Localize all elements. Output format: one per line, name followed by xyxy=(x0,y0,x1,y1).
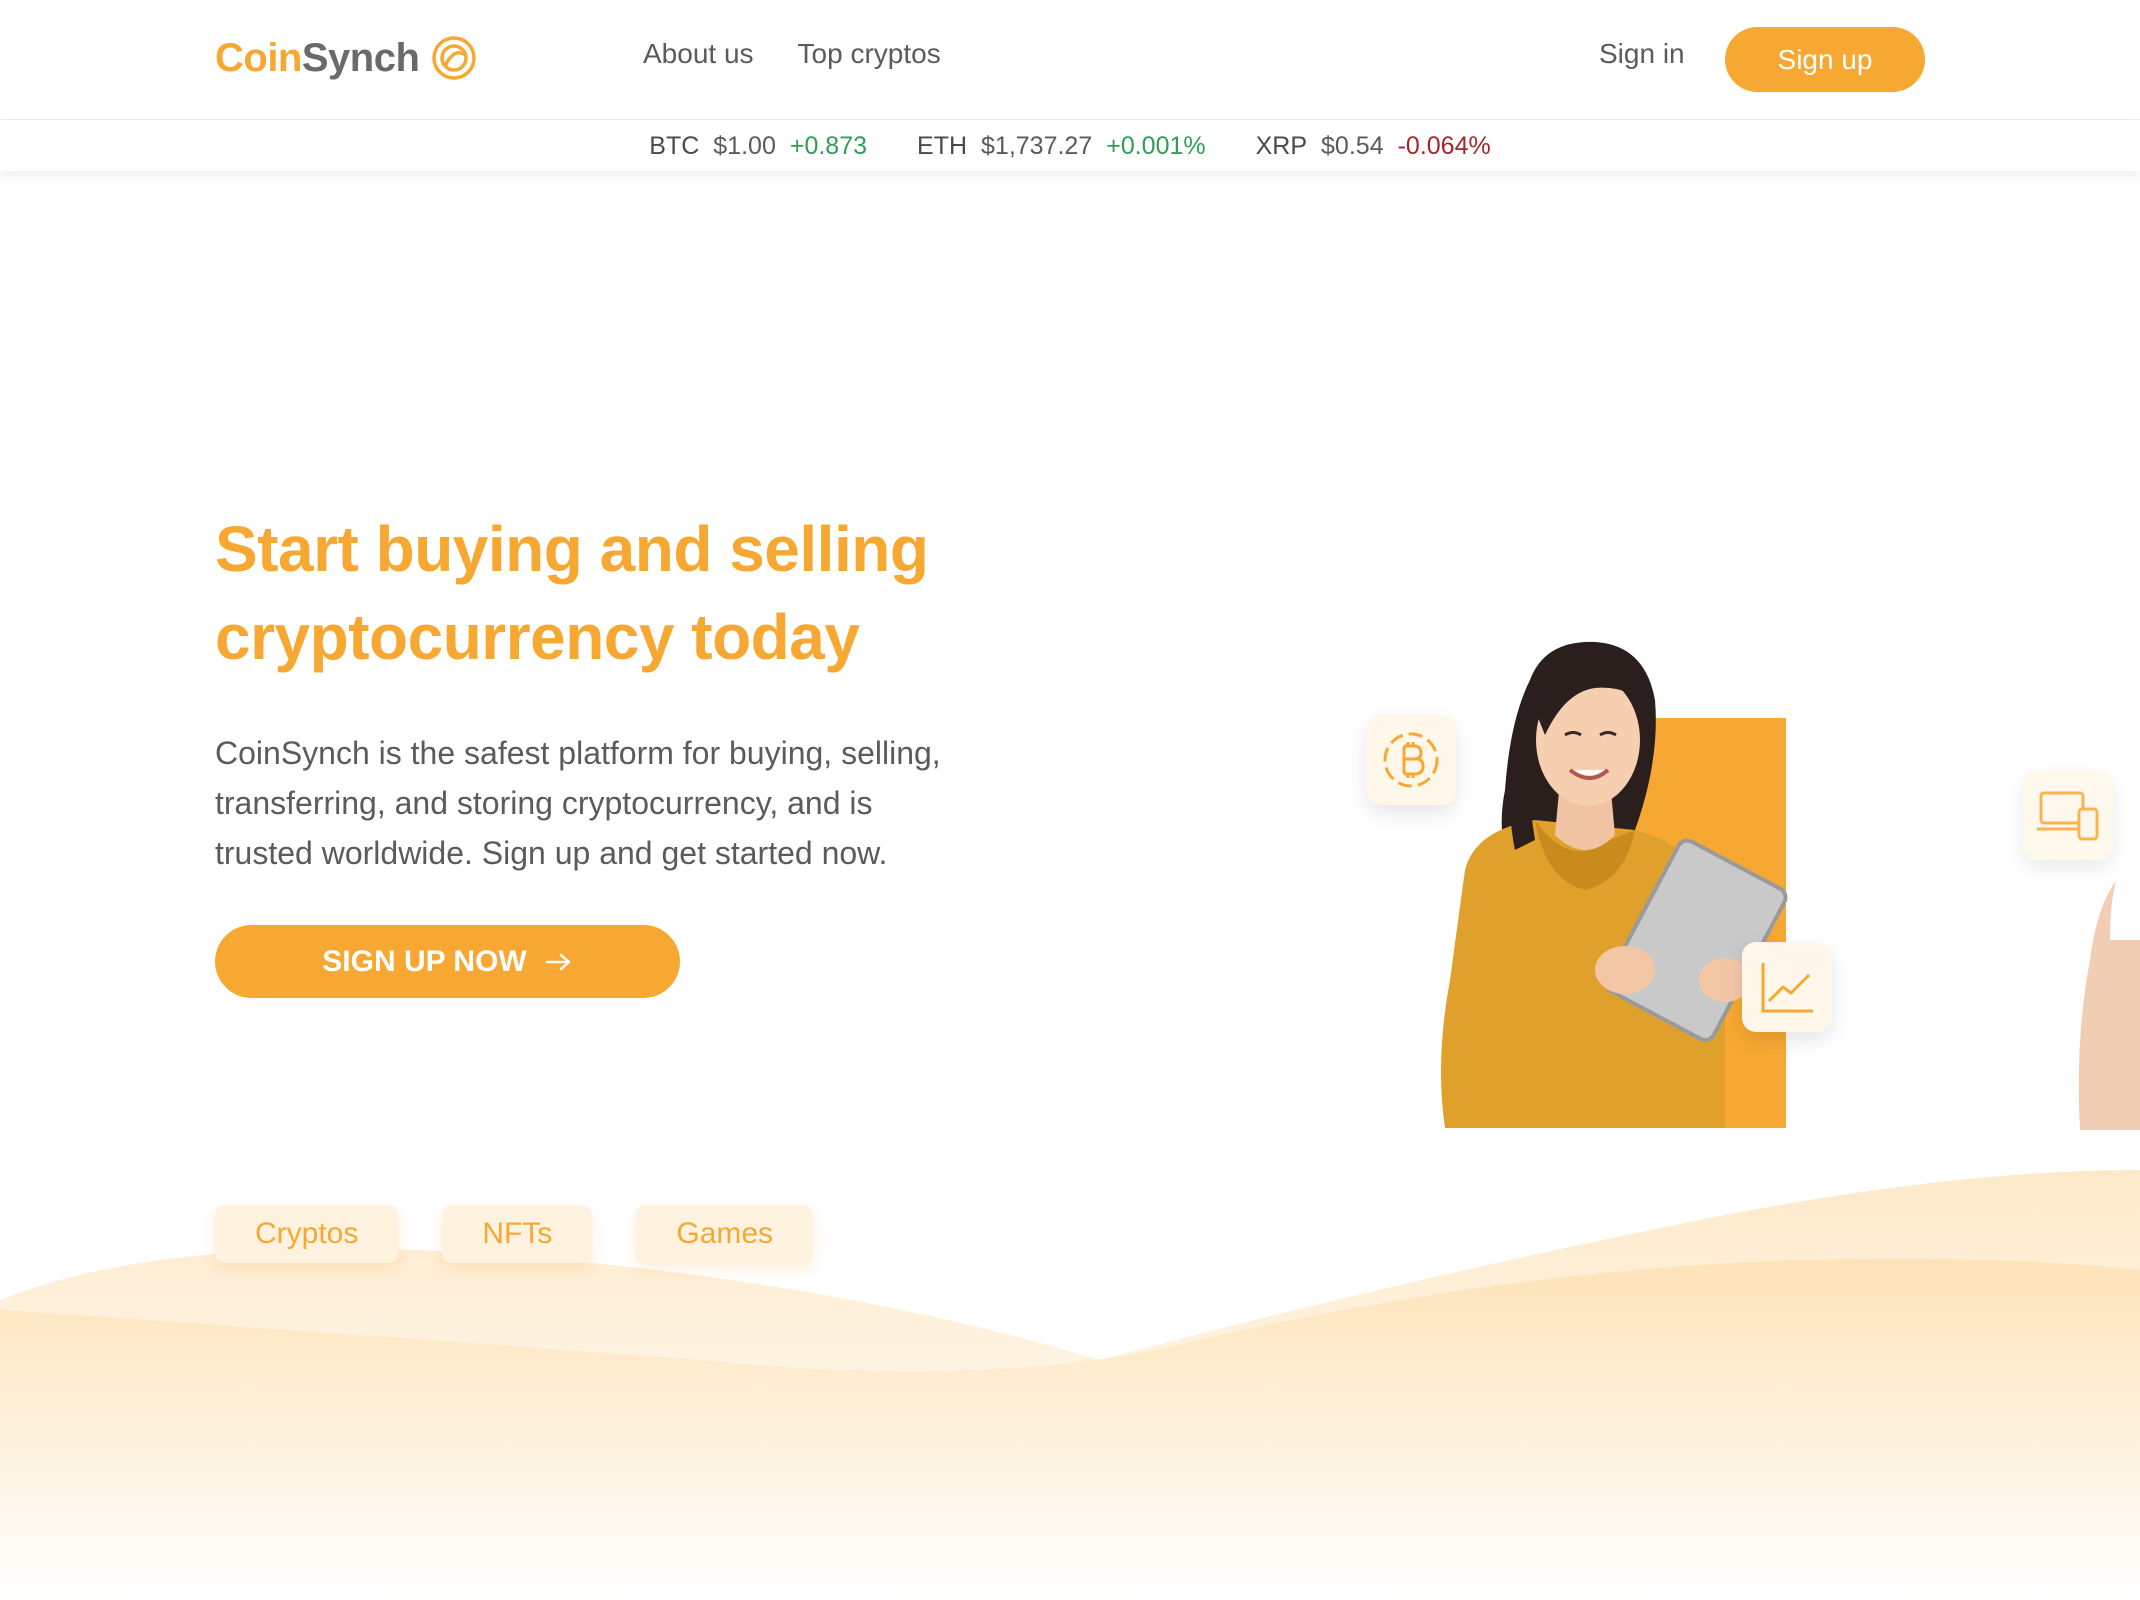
coin-ring-icon xyxy=(432,36,477,80)
ticker-symbol: BTC xyxy=(649,131,700,160)
hero-description: CoinSynch is the safest platform for buy… xyxy=(215,728,1015,878)
brand-name-synch: Synch xyxy=(301,35,420,80)
hero-title: Start buying and selling cryptocurrency … xyxy=(215,505,1035,681)
ticker-price: $1.00 xyxy=(713,131,776,160)
ticker-item-btc: BTC $1.00 +0.873 xyxy=(649,132,867,161)
tab-nfts[interactable]: NFTs xyxy=(442,1205,593,1263)
sign-up-now-button[interactable]: SIGN UP NOW xyxy=(215,925,680,998)
hero-title-line-2: cryptocurrency today xyxy=(215,601,860,673)
price-ticker: BTC $1.00 +0.873 ETH $1,737.27 +0.001% X… xyxy=(0,121,2140,171)
tab-cryptos[interactable]: Cryptos xyxy=(215,1205,399,1263)
category-tabs: Cryptos NFTs Games xyxy=(215,1205,814,1263)
ticker-price: $0.54 xyxy=(1321,131,1384,160)
brand-logo[interactable]: Coin Synch xyxy=(215,30,477,86)
woman-with-tablet-image xyxy=(1441,641,1788,1128)
partial-person-image xyxy=(2078,840,2140,1130)
ticker-change: +0.001% xyxy=(1106,131,1206,160)
ticker-change: +0.873 xyxy=(789,131,868,160)
arrow-right-icon xyxy=(545,953,570,970)
ticker-price: $1,737.27 xyxy=(981,131,1093,160)
main-nav: About us Top cryptos xyxy=(643,38,941,70)
sign-up-button[interactable]: Sign up xyxy=(1725,27,1925,92)
hero-text-line-2: transferring, and storing cryptocurrency… xyxy=(215,785,873,821)
nav-about-us[interactable]: About us xyxy=(643,38,754,70)
ticker-symbol: ETH xyxy=(917,131,968,160)
bitcoin-card xyxy=(1366,715,1456,805)
chart-card xyxy=(1742,942,1832,1032)
nav-top-cryptos[interactable]: Top cryptos xyxy=(798,38,941,70)
top-navbar: Coin Synch About us Top cryptos Sign in S… xyxy=(0,0,2140,120)
hero-text-line-3: trusted worldwide. Sign up and get start… xyxy=(215,835,888,871)
hero-text-line-1: CoinSynch is the safest platform for buy… xyxy=(215,735,941,771)
ticker-symbol: XRP xyxy=(1255,131,1308,160)
tab-games[interactable]: Games xyxy=(636,1205,814,1263)
brand-name-coin: Coin xyxy=(215,35,302,80)
sign-in-link[interactable]: Sign in xyxy=(1599,38,1685,70)
hero-title-line-1: Start buying and selling xyxy=(215,513,929,585)
ticker-item-xrp: XRP $0.54 -0.064% xyxy=(1256,132,1491,161)
page: Coin Synch About us Top cryptos Sign in S… xyxy=(0,0,2140,1600)
ticker-change: -0.064% xyxy=(1397,131,1491,160)
ticker-item-eth: ETH $1,737.27 +0.001% xyxy=(917,132,1206,161)
bitcoin-icon xyxy=(1383,732,1439,788)
chart-icon xyxy=(1761,963,1813,1013)
cta-label: SIGN UP NOW xyxy=(322,944,527,978)
